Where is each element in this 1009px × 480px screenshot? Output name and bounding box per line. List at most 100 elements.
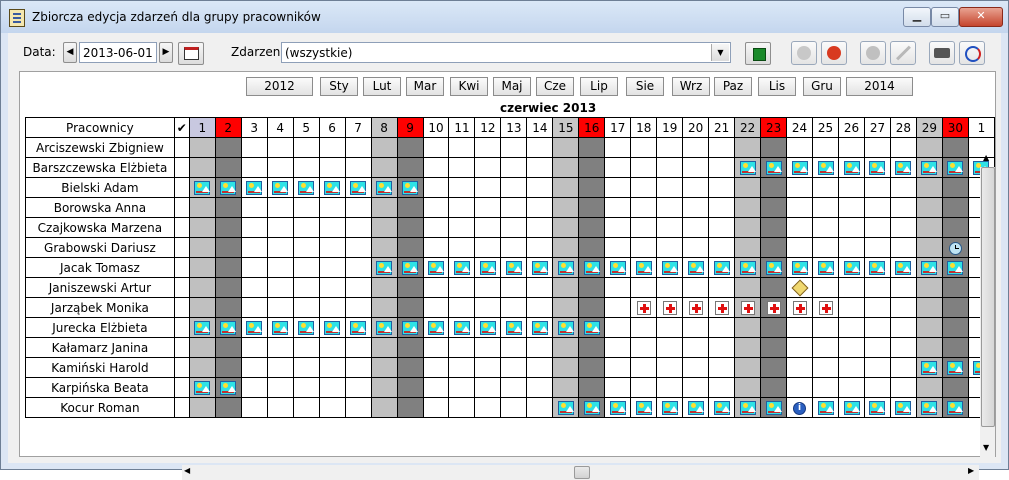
day-header-17[interactable]: 17: [604, 117, 632, 138]
day-cell[interactable]: [630, 217, 658, 238]
day-cell[interactable]: [188, 177, 216, 198]
day-cell[interactable]: [500, 257, 528, 278]
day-cell[interactable]: [344, 377, 372, 398]
day-cell[interactable]: [318, 317, 346, 338]
day-cell[interactable]: [266, 337, 294, 358]
day-cell[interactable]: [370, 217, 398, 238]
day-cell[interactable]: [240, 317, 268, 338]
day-cell[interactable]: [915, 277, 943, 298]
day-cell[interactable]: [604, 357, 632, 378]
employee-name[interactable]: Karpińska Beata: [25, 377, 175, 398]
day-cell[interactable]: [448, 277, 476, 298]
day-cell[interactable]: [500, 217, 528, 238]
day-header-8[interactable]: 8: [370, 117, 398, 138]
day-cell[interactable]: [786, 177, 814, 198]
day-cell[interactable]: [889, 217, 917, 238]
day-cell[interactable]: [240, 297, 268, 318]
day-cell[interactable]: [682, 337, 710, 358]
day-cell[interactable]: [604, 377, 632, 398]
employee-checkbox[interactable]: [173, 377, 190, 398]
day-cell[interactable]: [526, 157, 554, 178]
day-cell[interactable]: [734, 157, 762, 178]
day-cell[interactable]: [838, 277, 865, 298]
day-cell[interactable]: [214, 217, 242, 238]
day-cell[interactable]: [941, 237, 969, 258]
day-header-6[interactable]: 6: [318, 117, 346, 138]
day-cell[interactable]: [344, 297, 372, 318]
day-cell[interactable]: [708, 257, 736, 278]
day-cell[interactable]: [370, 297, 398, 318]
day-cell[interactable]: [604, 297, 632, 318]
day-cell[interactable]: [708, 197, 736, 218]
month-button-9[interactable]: Wrz: [672, 77, 710, 96]
day-header-1[interactable]: 1: [188, 117, 216, 138]
day-cell[interactable]: [448, 337, 476, 358]
day-cell[interactable]: [292, 377, 320, 398]
day-cell[interactable]: [915, 397, 943, 418]
month-button-3[interactable]: Mar: [406, 77, 444, 96]
day-cell[interactable]: [500, 337, 528, 358]
day-cell[interactable]: [370, 337, 398, 358]
add-event-button[interactable]: [791, 41, 817, 65]
day-cell[interactable]: [708, 377, 736, 398]
day-cell[interactable]: [812, 277, 840, 298]
day-cell[interactable]: [812, 357, 840, 378]
day-cell[interactable]: [812, 157, 840, 178]
day-cell[interactable]: [422, 157, 450, 178]
day-cell[interactable]: [708, 177, 736, 198]
day-cell[interactable]: [526, 357, 554, 378]
day-cell[interactable]: [344, 257, 372, 278]
day-cell[interactable]: [812, 317, 840, 338]
day-cell[interactable]: [838, 337, 865, 358]
day-cell[interactable]: [370, 177, 398, 198]
day-cell[interactable]: [448, 197, 476, 218]
day-cell[interactable]: [240, 377, 268, 398]
day-cell[interactable]: [941, 317, 969, 338]
day-cell[interactable]: [734, 197, 762, 218]
day-cell[interactable]: [760, 357, 788, 378]
day-cell[interactable]: [889, 237, 917, 258]
day-cell[interactable]: [656, 217, 684, 238]
day-cell[interactable]: [422, 397, 450, 418]
day-header-29[interactable]: 29: [915, 117, 943, 138]
day-cell[interactable]: [422, 297, 450, 318]
day-cell[interactable]: [889, 357, 917, 378]
day-cell[interactable]: [760, 257, 788, 278]
day-cell[interactable]: [292, 197, 320, 218]
day-cell[interactable]: [500, 177, 528, 198]
day-cell[interactable]: [915, 177, 943, 198]
day-cell[interactable]: [318, 257, 346, 278]
month-button-11[interactable]: Lis: [758, 77, 796, 96]
hscroll-thumb[interactable]: [574, 466, 590, 479]
day-cell[interactable]: [318, 397, 346, 418]
day-cell[interactable]: [578, 137, 606, 158]
day-cell[interactable]: [915, 317, 943, 338]
prev-year-button[interactable]: 2012: [246, 77, 313, 96]
day-cell[interactable]: [760, 377, 788, 398]
day-cell[interactable]: [760, 397, 788, 418]
day-cell[interactable]: [526, 217, 554, 238]
day-cell[interactable]: [682, 137, 710, 158]
day-cell[interactable]: [941, 397, 969, 418]
day-cell[interactable]: [786, 137, 814, 158]
day-cell[interactable]: [786, 297, 814, 318]
day-cell[interactable]: [838, 137, 865, 158]
day-cell[interactable]: [474, 157, 502, 178]
day-cell[interactable]: [863, 197, 891, 218]
day-header-9[interactable]: 9: [396, 117, 424, 138]
day-cell[interactable]: [214, 177, 242, 198]
employee-checkbox[interactable]: [173, 177, 190, 198]
day-cell[interactable]: [266, 317, 294, 338]
day-cell[interactable]: [760, 237, 788, 258]
day-cell[interactable]: [214, 197, 242, 218]
day-cell[interactable]: [941, 277, 969, 298]
day-cell[interactable]: [214, 157, 242, 178]
day-cell[interactable]: [656, 297, 684, 318]
day-cell[interactable]: [500, 357, 528, 378]
day-cell[interactable]: [734, 277, 762, 298]
day-cell[interactable]: [812, 177, 840, 198]
day-cell[interactable]: [474, 357, 502, 378]
day-cell[interactable]: [604, 277, 632, 298]
day-cell[interactable]: [656, 377, 684, 398]
day-cell[interactable]: [500, 277, 528, 298]
